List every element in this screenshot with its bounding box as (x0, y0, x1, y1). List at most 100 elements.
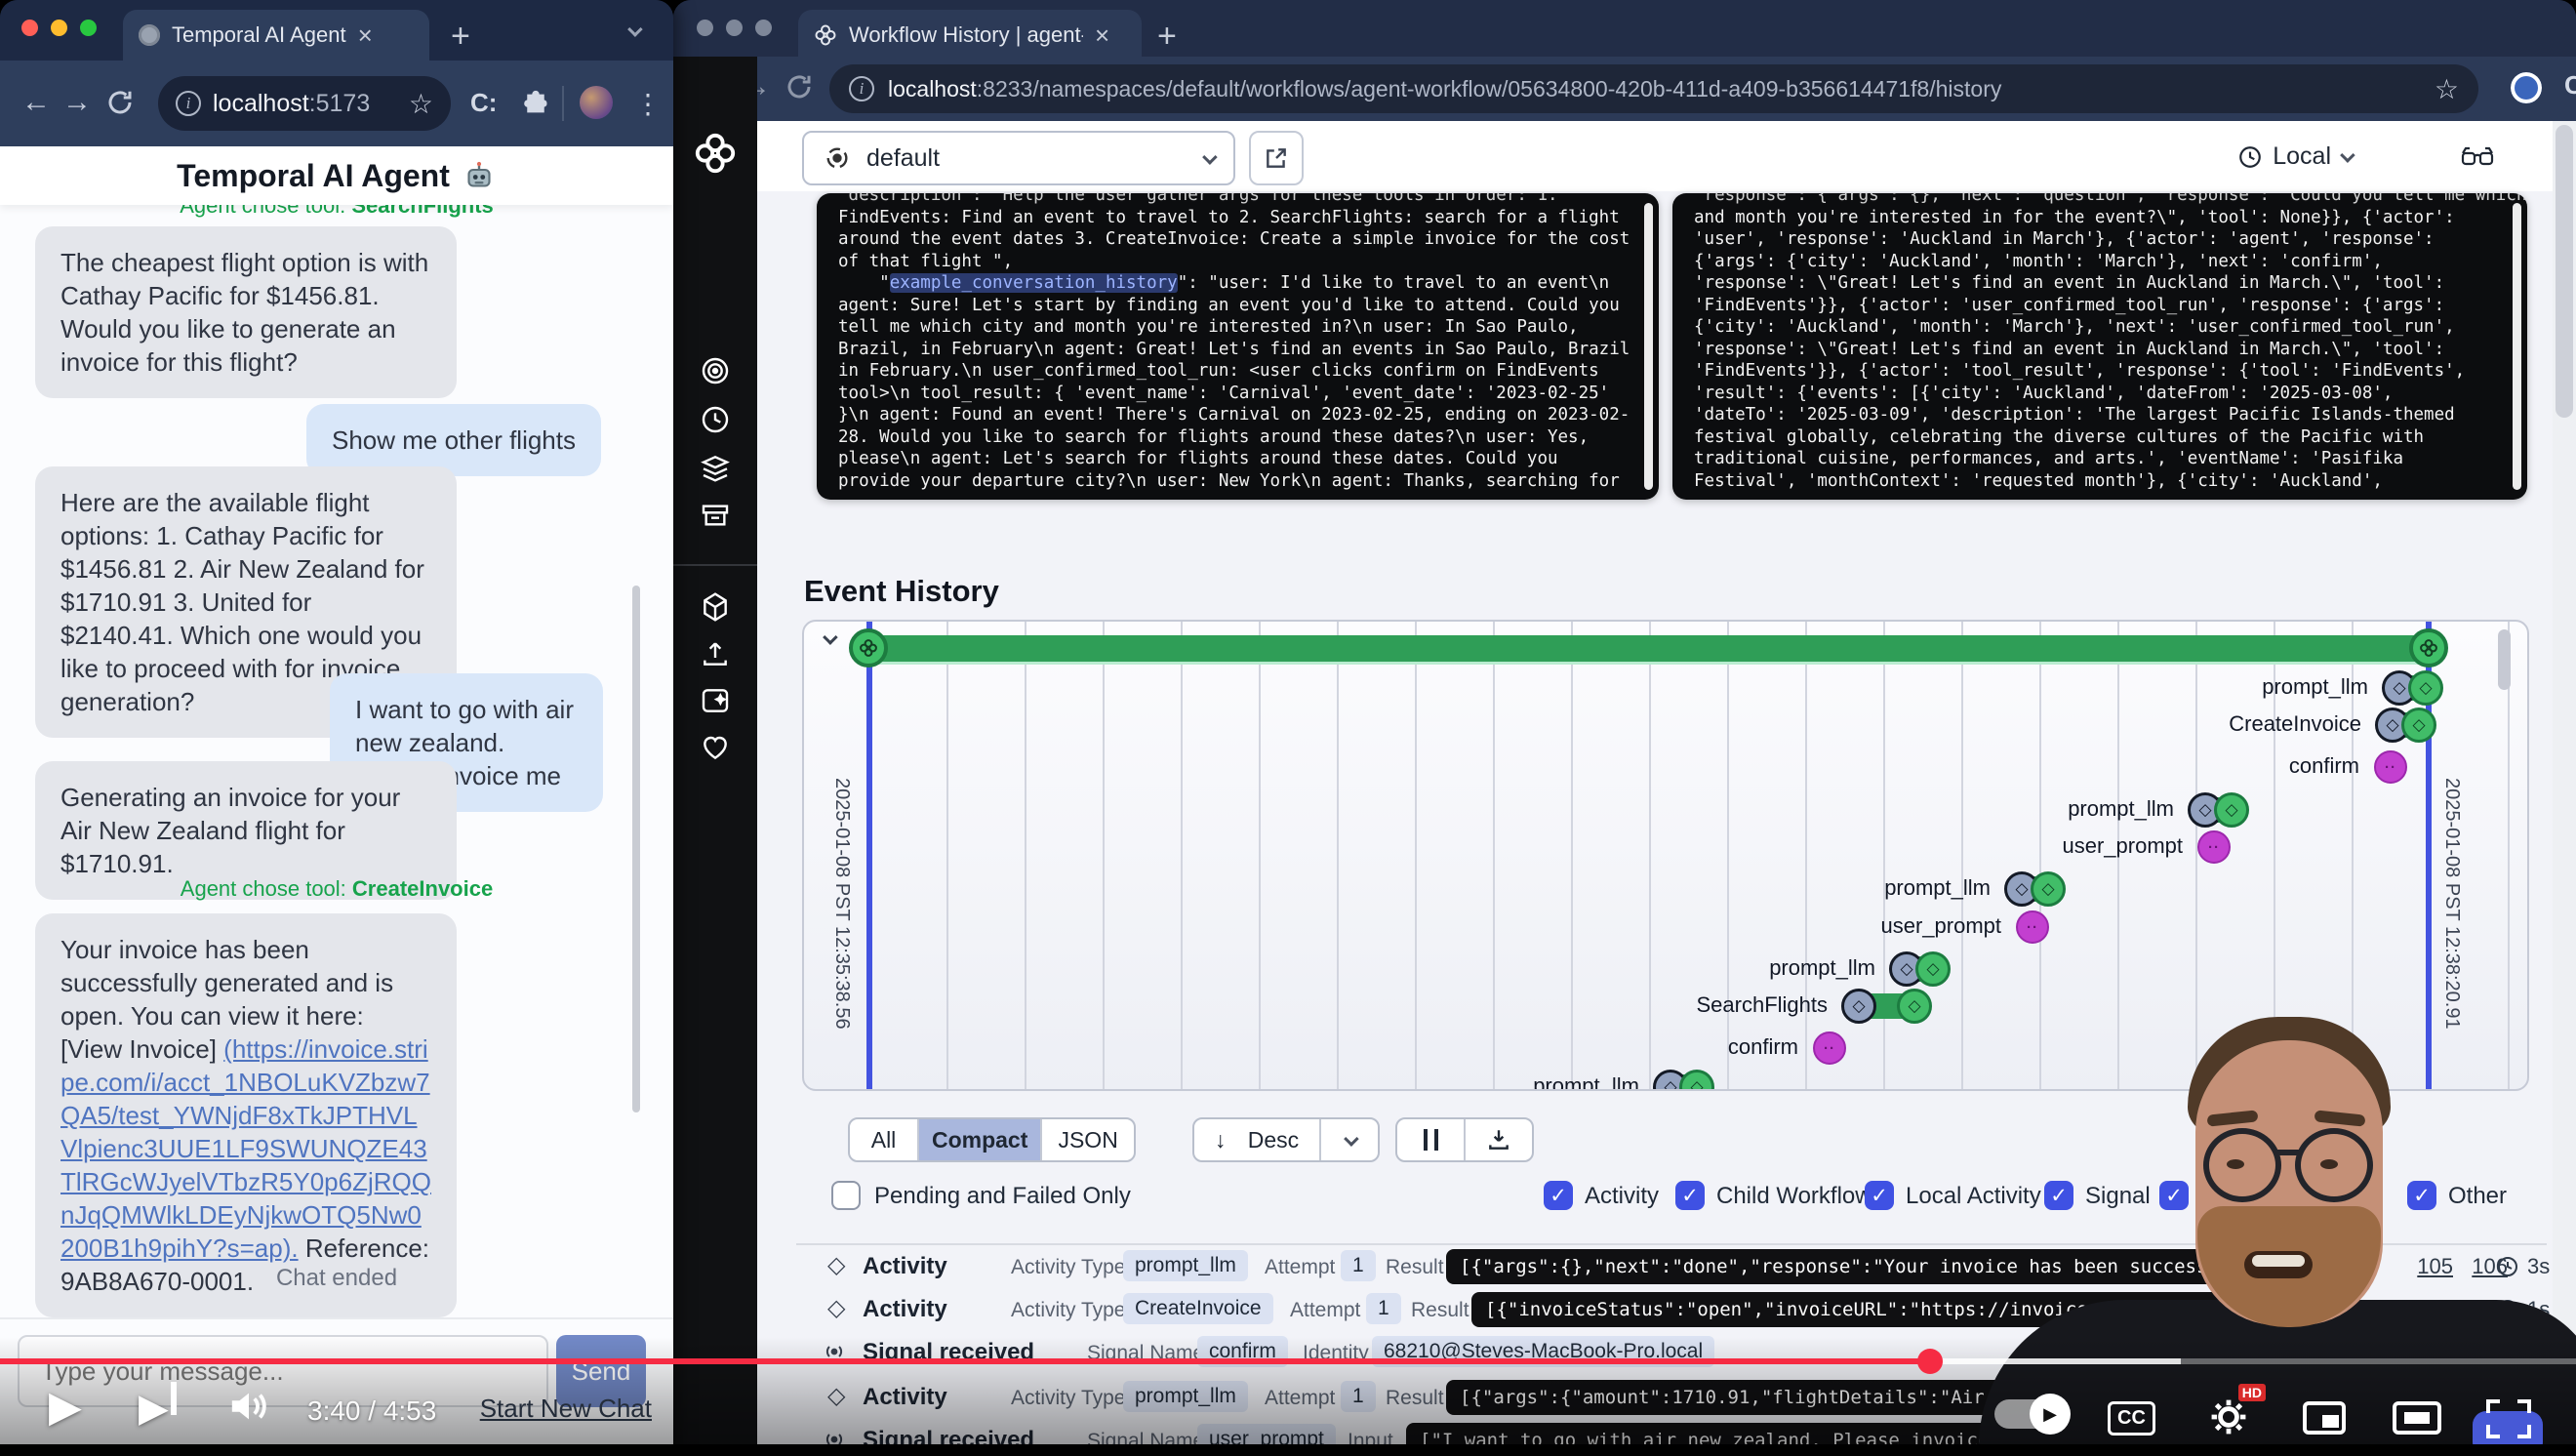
selected-text: example_conversation_history (890, 273, 1178, 293)
activity-completed-marker[interactable]: ◇ (1897, 989, 1932, 1024)
collapse-timeline-chevron-icon[interactable] (823, 629, 838, 645)
bookmark-star-icon[interactable]: ☆ (2435, 73, 2459, 105)
activity-scheduled-marker[interactable]: ◇ (1841, 989, 1876, 1024)
tab-compact[interactable]: Compact (919, 1119, 1042, 1160)
site-info-icon[interactable]: i (849, 76, 874, 101)
autoplay-toggle[interactable]: ▶ (1994, 1399, 2067, 1429)
event-id-link[interactable]: 105 (2410, 1254, 2453, 1279)
tab-temporal-ai-agent[interactable]: Temporal AI Agent × (123, 10, 429, 61)
pending-failed-checkbox[interactable] (831, 1181, 861, 1210)
conversation-history-json-panel[interactable]: 'response': {'args': {}, 'next': 'questi… (1672, 193, 2527, 500)
page-scrollbar-track[interactable] (2553, 121, 2576, 1456)
namespace-select[interactable]: default (802, 131, 1235, 185)
close-window-button[interactable] (21, 20, 38, 36)
tab-search-chevron-icon[interactable] (627, 21, 643, 37)
sidebar-feedback-heart-icon[interactable] (700, 732, 731, 763)
next-button[interactable]: ▶ (139, 1382, 177, 1431)
url-bar[interactable]: i localhost:8233/namespaces/default/work… (829, 64, 2478, 113)
activity-completed-marker[interactable]: ◇ (2214, 792, 2249, 828)
timeline-event-label: confirm (1486, 1034, 1798, 1060)
browser-menu-icon[interactable]: ⋮ (634, 88, 662, 120)
page-scrollbar-thumb[interactable] (2556, 125, 2573, 418)
chat-scrollbar-thumb[interactable] (632, 586, 640, 1112)
sidebar-labs-icon[interactable] (700, 685, 731, 716)
activity-completed-marker[interactable]: ◇ (2031, 871, 2066, 907)
settings-button[interactable]: HD (2207, 1395, 2250, 1443)
fullscreen-button[interactable] (2486, 1399, 2531, 1438)
video-playhead[interactable] (1917, 1349, 1943, 1374)
volume-icon[interactable] (226, 1386, 271, 1427)
workflow-end-marker[interactable] (2409, 628, 2448, 667)
signal-marker[interactable]: ·· (2374, 750, 2407, 784)
bookmark-star-icon[interactable]: ☆ (409, 88, 433, 120)
extension-c-icon[interactable]: C: (470, 88, 497, 118)
globe-favicon-icon (139, 24, 160, 46)
subtitles-button[interactable]: CC (2108, 1401, 2155, 1436)
sidebar-import-icon[interactable] (700, 638, 731, 669)
play-button[interactable]: ▶ (49, 1382, 82, 1432)
extensions-puzzle-icon[interactable] (521, 89, 550, 118)
close-tab-icon[interactable]: × (1095, 20, 1109, 51)
tab-json[interactable]: JSON (1042, 1119, 1134, 1160)
password-extension-icon[interactable] (2508, 69, 2545, 106)
workflow-execution-bar[interactable] (868, 635, 2429, 662)
profile-avatar[interactable] (580, 86, 613, 119)
timeline-start-timestamp: 2025-01-08 PST 12:35:38.56 (830, 778, 853, 1030)
timezone-select[interactable]: Local (2237, 142, 2352, 171)
sidebar-workflows-icon[interactable] (700, 355, 731, 386)
close-tab-icon[interactable]: × (358, 20, 373, 51)
theater-mode-button[interactable] (2393, 1401, 2441, 1435)
sort-dropdown-button[interactable] (1321, 1119, 1378, 1160)
download-history-button[interactable] (1466, 1119, 1532, 1160)
workflow-input-json-panel[interactable]: "description": "Help the user gather arg… (817, 193, 1659, 500)
sidebar-namespaces-icon[interactable] (700, 591, 731, 623)
url-bar[interactable]: i localhost:5173 ☆ (158, 76, 451, 131)
pause-updates-button[interactable] (1397, 1119, 1466, 1160)
new-tab-button[interactable]: + (451, 18, 470, 56)
code-scrollbar[interactable] (2513, 203, 2521, 490)
sidebar-batch-icon[interactable] (700, 452, 731, 483)
reload-icon[interactable] (785, 72, 814, 101)
reload-icon[interactable] (105, 88, 135, 117)
back-icon[interactable]: ← (21, 86, 51, 119)
filter-other-checkbox[interactable]: ✓ (2407, 1181, 2436, 1210)
tab-all[interactable]: All (850, 1119, 919, 1160)
zoom-window-button[interactable] (80, 20, 97, 36)
tab-bar: Temporal AI Agent × + (0, 0, 673, 61)
signal-marker[interactable]: ·· (2016, 910, 2049, 944)
code-scrollbar[interactable] (1644, 203, 1653, 490)
activity-completed-marker[interactable]: ◇ (1679, 1070, 1714, 1091)
minimize-window-button[interactable] (51, 20, 67, 36)
filter-signal-checkbox[interactable]: ✓ (2044, 1181, 2073, 1210)
data-encoder-glasses-icon[interactable] (2461, 144, 2494, 170)
tab-workflow-history[interactable]: Workflow History | agent-wor × (798, 10, 1142, 61)
filter-timer-checkbox[interactable]: ✓ (2159, 1181, 2189, 1210)
sidebar-schedules-icon[interactable] (700, 404, 731, 435)
miniplayer-button[interactable] (2303, 1401, 2346, 1435)
open-namespace-button[interactable] (1249, 131, 1304, 185)
code-lines: and month you're interested in for the e… (1694, 207, 2506, 493)
signal-marker[interactable]: ·· (2197, 830, 2231, 864)
timeline-event-label: prompt_llm (2056, 674, 2368, 700)
zoom-window-button[interactable] (755, 20, 772, 36)
filter-activity-checkbox[interactable]: ✓ (1544, 1181, 1573, 1210)
site-info-icon[interactable]: i (176, 91, 201, 116)
minimize-window-button[interactable] (726, 20, 743, 36)
filter-child-workflow-label: Child Workflow (1716, 1183, 1872, 1210)
sort-desc-button[interactable]: ↓ Desc (1194, 1119, 1321, 1160)
invoice-link[interactable]: (https://invoice.stripe.com/i/acct_1NBOL… (60, 1034, 431, 1263)
activity-completed-marker[interactable]: ◇ (2408, 670, 2443, 706)
sidebar-archive-icon[interactable] (700, 500, 731, 531)
filter-local-activity-checkbox[interactable]: ✓ (1865, 1181, 1894, 1210)
signal-marker[interactable]: ·· (1813, 1031, 1846, 1065)
filter-child-workflow-checkbox[interactable]: ✓ (1675, 1181, 1705, 1210)
activity-completed-marker[interactable]: ◇ (2401, 708, 2436, 743)
new-tab-button[interactable]: + (1157, 18, 1177, 56)
forward-icon[interactable]: → (62, 86, 92, 119)
timeline-scrollbar[interactable] (2498, 629, 2511, 690)
extension-c-icon[interactable]: C: (2564, 70, 2576, 101)
activity-completed-marker[interactable]: ◇ (1915, 951, 1951, 987)
close-window-button[interactable] (697, 20, 713, 36)
timeline-event-label: prompt_llm (1327, 1073, 1639, 1091)
workflow-start-marker[interactable] (849, 628, 888, 667)
